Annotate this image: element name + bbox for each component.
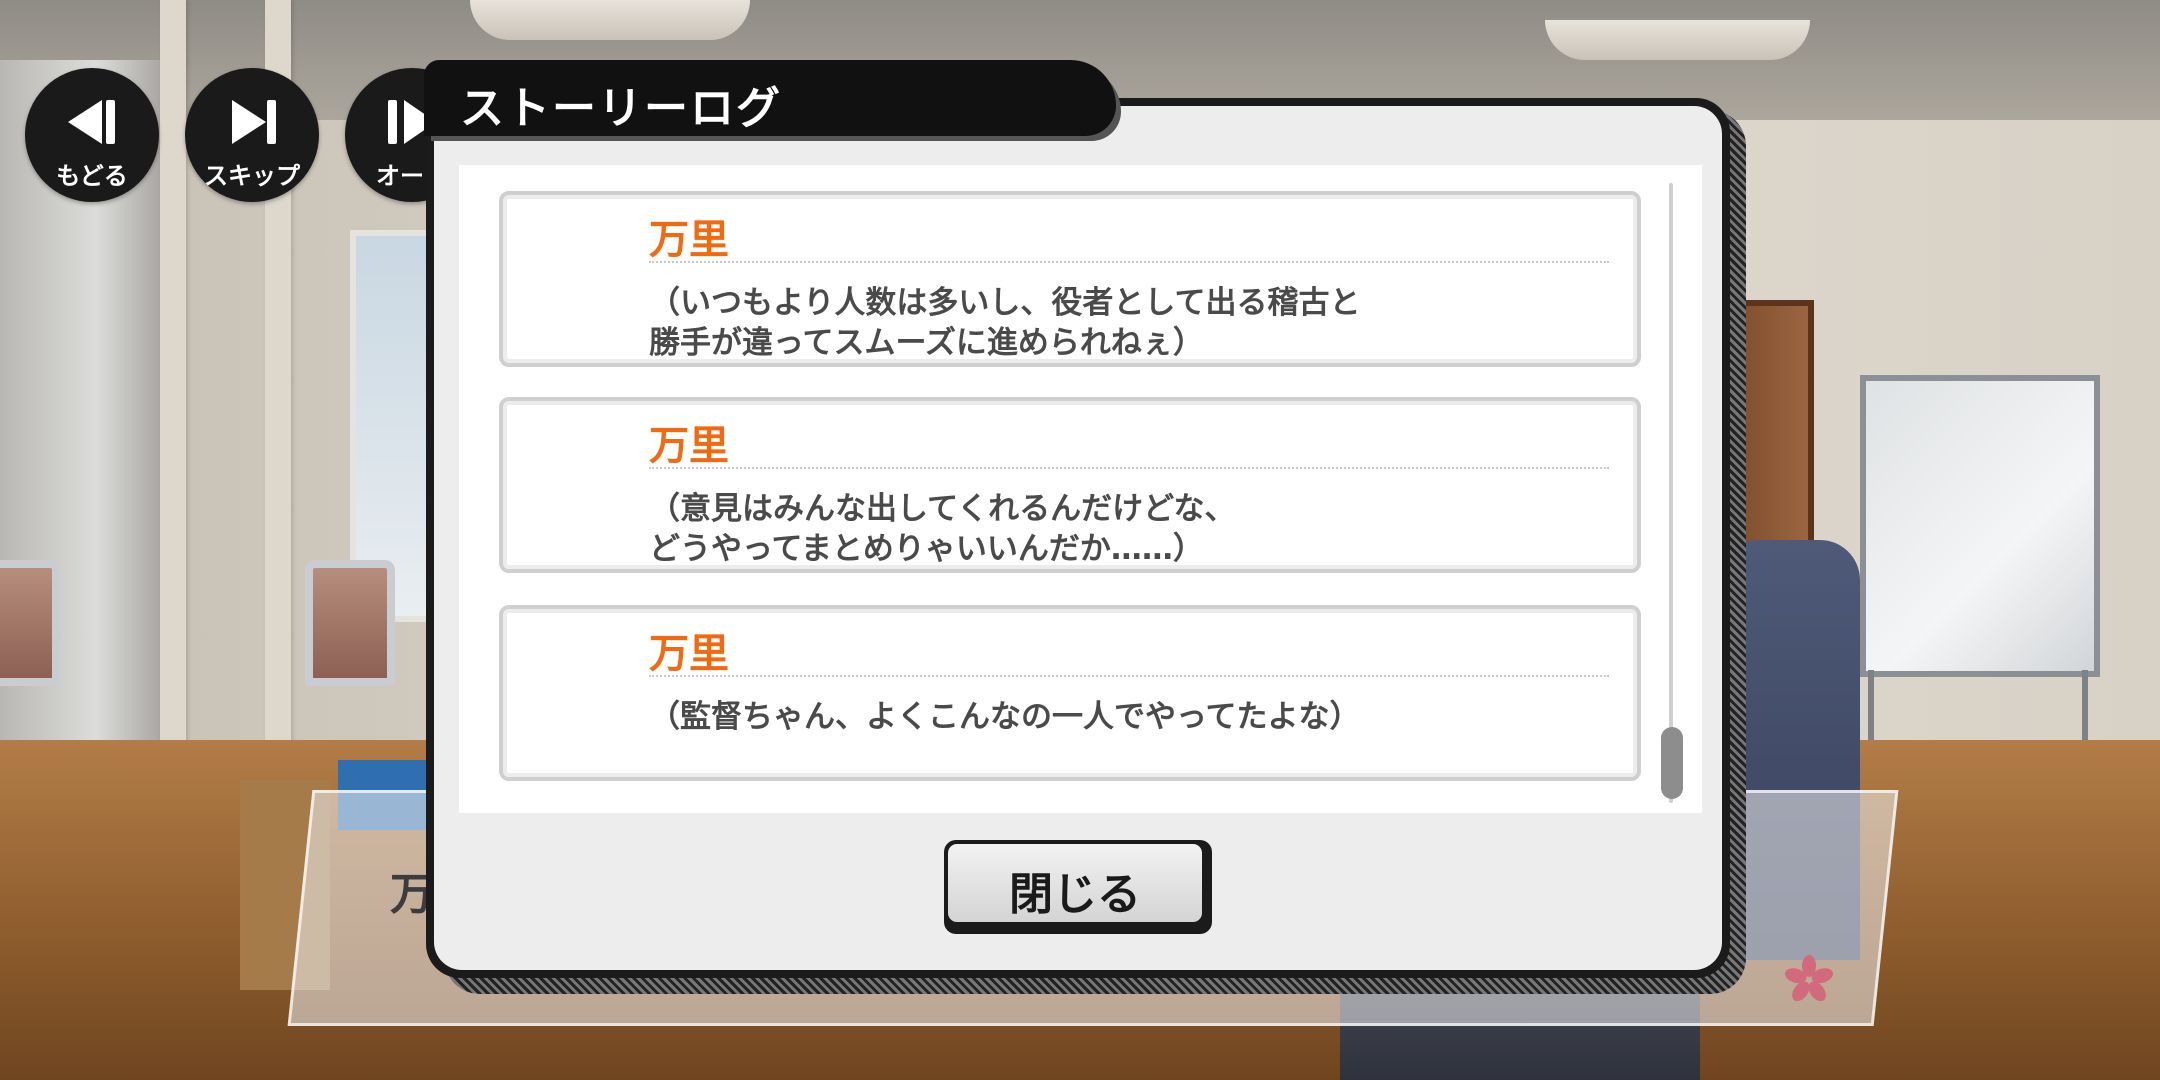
message-line: （意見はみんな出してくれるんだけどな、 xyxy=(649,491,1236,527)
message-line: どうやってまとめりゃいいんだか……） xyxy=(649,531,1204,567)
speaker-name: 万里 xyxy=(649,423,729,469)
divider xyxy=(649,261,1609,263)
skip-button[interactable]: スキップ xyxy=(185,68,319,202)
message-line: 勝手が違ってスムーズに進められねぇ） xyxy=(649,325,1204,361)
divider xyxy=(649,467,1609,469)
scrollbar-thumb[interactable] xyxy=(1661,727,1683,799)
speaker-name: 万里 xyxy=(649,631,729,677)
log-entry: 万里 （監督ちゃん、よくこんなの一人でやってたよな） xyxy=(499,605,1641,781)
skip-icon xyxy=(232,100,276,144)
sakura-icon xyxy=(1785,955,1833,1002)
dialog-title: ストーリーログ xyxy=(460,83,782,134)
folding-chair xyxy=(305,560,395,686)
message-line: （いつもより人数は多いし、役者として出る稽古と xyxy=(649,285,1361,321)
log-entry: 万里 （いつもより人数は多いし、役者として出る稽古と 勝手が違ってスムーズに進め… xyxy=(499,191,1641,367)
log-entry: 万里 （意見はみんな出してくれるんだけどな、 どうやってまとめりゃいいんだか……… xyxy=(499,397,1641,573)
divider xyxy=(649,675,1609,677)
back-button[interactable]: もどる xyxy=(25,68,159,202)
close-button[interactable]: 閉じる xyxy=(944,840,1212,934)
speaker-name: 万里 xyxy=(649,217,729,263)
chandelier-left xyxy=(470,0,750,40)
dialog-title-tab: ストーリーログ xyxy=(424,60,1116,136)
log-list[interactable]: 万里 （いつもより人数は多いし、役者として出る稽古と 勝手が違ってスムーズに進め… xyxy=(459,165,1702,813)
back-label: もどる xyxy=(56,162,128,190)
whiteboard xyxy=(1860,375,2100,677)
wall-beam xyxy=(160,0,186,760)
chandelier-right xyxy=(1545,20,1810,60)
folding-chair xyxy=(0,560,60,686)
message-line: （監督ちゃん、よくこんなの一人でやってたよな） xyxy=(649,699,1361,735)
rewind-icon xyxy=(68,100,115,144)
close-label: 閉じる xyxy=(1009,869,1141,920)
scrollbar-track[interactable] xyxy=(1669,183,1673,803)
skip-label: スキップ xyxy=(204,162,300,190)
